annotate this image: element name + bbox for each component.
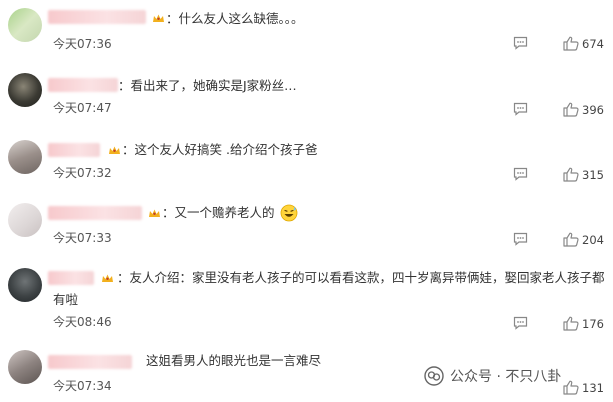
comment-time: 今天07:36 — [53, 37, 112, 51]
like-count: 176 — [582, 317, 604, 331]
avatar[interactable] — [8, 8, 42, 42]
like-icon[interactable] — [563, 36, 579, 51]
like-count: 131 — [582, 381, 604, 395]
avatar[interactable] — [8, 73, 42, 107]
comment-time: 今天07:33 — [53, 231, 112, 245]
like-icon[interactable] — [563, 102, 579, 117]
reply-icon[interactable] — [513, 102, 528, 116]
comment-text: ：什么友人这么缺德。。。 — [166, 11, 304, 26]
like-count: 315 — [582, 168, 604, 182]
crown-badge-icon — [109, 146, 120, 154]
watermark: 公众号 · 不只八卦 — [424, 365, 561, 387]
comment-time: 今天08:46 — [53, 315, 112, 329]
crown-badge-icon — [149, 209, 160, 217]
comment-text: 这姐看男人的眼光也是一言难尽 — [146, 353, 322, 368]
comment-text: ：看出来了，她确实是J家粉丝… — [118, 78, 297, 93]
avatar[interactable] — [8, 140, 42, 174]
watermark-text: 公众号 · 不只八卦 — [450, 369, 562, 385]
reply-icon[interactable] — [513, 167, 528, 181]
like-icon[interactable] — [563, 167, 579, 182]
like-icon[interactable] — [563, 380, 579, 395]
reply-icon[interactable] — [513, 232, 528, 246]
comment-time: 今天07:32 — [53, 166, 112, 180]
comment-text: ：这个友人好搞笑 .给介绍个孩子爸 — [122, 142, 318, 157]
comment-text: ：又一个赡养老人的 — [162, 205, 275, 220]
grinning-sweat-emoji-icon — [280, 204, 298, 222]
like-count: 204 — [582, 233, 604, 247]
avatar[interactable] — [8, 268, 42, 302]
username-blurred[interactable] — [48, 206, 142, 220]
reply-icon[interactable] — [513, 36, 528, 50]
crown-badge-icon — [153, 14, 164, 22]
like-icon[interactable] — [563, 232, 579, 247]
avatar[interactable] — [8, 350, 42, 384]
username-blurred[interactable] — [48, 143, 100, 157]
username-blurred[interactable] — [48, 78, 118, 92]
like-count: 396 — [582, 103, 604, 117]
comment-text: ：友人介绍：家里没有老人孩子的可以看看这款，四十岁离异带俩娃，娶回家老人孩子都有… — [53, 270, 605, 307]
comment-time: 今天07:34 — [53, 379, 112, 393]
reply-icon[interactable] — [513, 316, 528, 330]
comment-time: 今天07:47 — [53, 101, 112, 115]
username-blurred[interactable] — [48, 10, 146, 24]
wechat-official-account-icon — [424, 366, 444, 386]
like-icon[interactable] — [563, 316, 579, 331]
avatar[interactable] — [8, 203, 42, 237]
like-count: 674 — [582, 37, 604, 51]
username-blurred[interactable] — [48, 355, 132, 369]
